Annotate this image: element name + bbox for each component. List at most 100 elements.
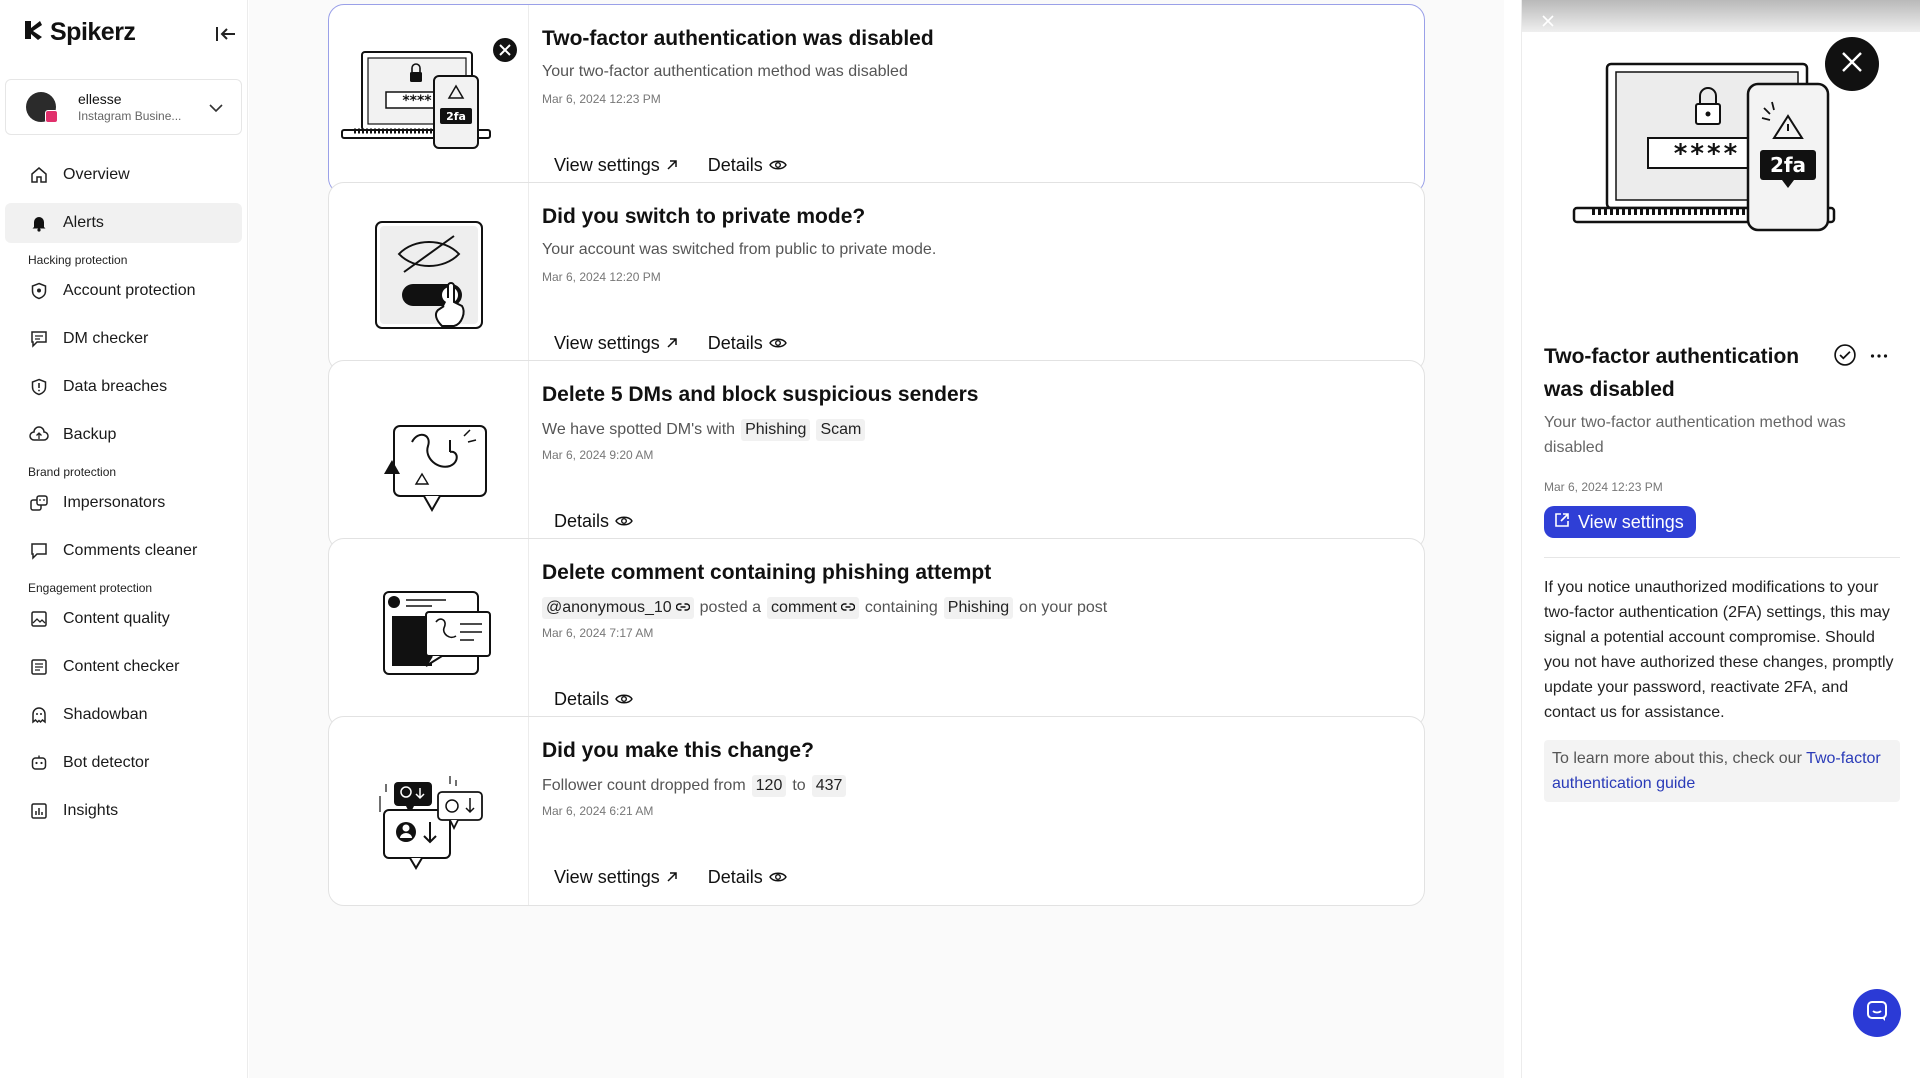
sidebar-item-shadowban[interactable]: Shadowban <box>5 695 242 735</box>
nav-section-hacking: Hacking protection <box>28 253 128 267</box>
count-chip: 120 <box>751 775 787 797</box>
details-label: Details <box>554 689 610 709</box>
bot-icon <box>29 753 49 773</box>
alert-card[interactable]: Delete 5 DMs and block suspicious sender… <box>328 360 1425 550</box>
avatar <box>26 92 58 123</box>
sidebar-item-impersonators[interactable]: Impersonators <box>5 483 242 523</box>
brand-name: Spikerz <box>50 18 136 46</box>
panel-title: Two-factor authentication was disabled <box>1544 345 1800 401</box>
details-link[interactable]: Details <box>708 867 787 888</box>
check-circle-icon[interactable] <box>1834 344 1856 371</box>
nav-section-engagement: Engagement protection <box>28 581 153 595</box>
sidebar-item-alerts[interactable]: Alerts <box>5 203 242 243</box>
twofa-illustration: **** 2fa <box>329 5 529 193</box>
collapse-sidebar-button[interactable] <box>214 25 238 47</box>
shield-icon <box>29 281 49 301</box>
sidebar-item-label: Comments cleaner <box>63 542 198 559</box>
details-label: Details <box>707 867 763 887</box>
alert-date: Mar 6, 2024 6:21 AM <box>542 804 654 818</box>
alert-card[interactable]: Delete comment containing phishing attem… <box>328 538 1425 728</box>
follower-change-illustration <box>329 717 529 905</box>
link-icon <box>675 599 690 617</box>
panel-top-bar <box>1522 0 1920 32</box>
user-chip[interactable]: @anonymous_10 <box>542 597 694 619</box>
alert-title: Delete 5 DMs and block suspicious sender… <box>542 383 979 406</box>
alert-text: posted a <box>699 599 762 616</box>
brand-logo-icon <box>22 19 44 46</box>
account-switcher[interactable]: ellesse Instagram Busine... <box>5 79 242 135</box>
eye-icon <box>768 155 787 176</box>
sidebar-item-data-breaches[interactable]: Data breaches <box>5 367 242 407</box>
close-icon[interactable] <box>1542 14 1554 32</box>
alert-date: Mar 6, 2024 7:17 AM <box>542 626 654 640</box>
sidebar-item-bot-detector[interactable]: Bot detector <box>5 743 242 783</box>
alert-date: Mar 6, 2024 12:23 PM <box>542 92 661 106</box>
alerts-list: **** 2fa Two-factor authentication was d… <box>249 0 1504 1078</box>
eye-icon <box>615 511 633 532</box>
view-settings-label: View settings <box>554 333 660 353</box>
details-label: Details <box>707 155 763 175</box>
external-link-icon <box>1554 512 1570 533</box>
sidebar-item-content-quality[interactable]: Content quality <box>5 599 242 639</box>
chat-bubble-icon <box>1866 1000 1888 1027</box>
chart-icon <box>29 801 49 821</box>
sidebar: Spikerz ellesse Instagram Busine... Over… <box>0 0 248 1078</box>
phishing-dm-illustration <box>329 361 529 549</box>
sidebar-item-label: Shadowban <box>63 706 148 723</box>
sidebar-item-dm-checker[interactable]: DM checker <box>5 319 242 359</box>
eye-icon <box>615 689 633 710</box>
alert-card[interactable]: Did you make this change? Follower count… <box>328 716 1425 906</box>
alert-card[interactable]: **** 2fa Two-factor authentication was d… <box>328 4 1425 194</box>
sidebar-item-label: Backup <box>63 426 117 443</box>
view-settings-link[interactable]: View settings <box>554 333 678 354</box>
external-arrow-icon <box>666 867 678 888</box>
sidebar-item-backup[interactable]: Backup <box>5 415 242 455</box>
chat-icon <box>29 329 49 349</box>
alert-title: Two-factor authentication was disabled <box>542 27 934 50</box>
link-icon <box>840 599 855 617</box>
sidebar-item-label: Insights <box>63 802 119 819</box>
comment-label: comment <box>771 599 837 616</box>
details-link[interactable]: Details <box>708 155 787 176</box>
tag-chip: Phishing <box>943 597 1014 619</box>
close-icon <box>1840 50 1864 79</box>
panel-body: If you notice unauthorized modifications… <box>1544 579 1894 721</box>
external-arrow-icon <box>666 155 678 176</box>
support-chat-button[interactable] <box>1853 989 1901 1037</box>
eye-icon <box>768 867 787 888</box>
sidebar-item-insights[interactable]: Insights <box>5 791 242 831</box>
details-link[interactable]: Details <box>554 511 633 532</box>
sidebar-item-account-protection[interactable]: Account protection <box>5 271 242 311</box>
sidebar-item-content-checker[interactable]: Content checker <box>5 647 242 687</box>
ghost-icon <box>29 705 49 725</box>
view-settings-link[interactable]: View settings <box>554 867 678 888</box>
impersonator-icon <box>29 493 49 513</box>
alert-date: Mar 6, 2024 9:20 AM <box>542 448 654 462</box>
alert-title: Delete comment containing phishing attem… <box>542 561 992 584</box>
chevron-down-icon <box>209 100 223 118</box>
twofa-label: 2fa <box>1770 153 1806 177</box>
password-mask: **** <box>1674 139 1740 169</box>
more-icon[interactable] <box>1870 346 1888 364</box>
alert-text: containing <box>864 599 938 616</box>
sidebar-item-overview[interactable]: Overview <box>5 155 242 195</box>
panel-date: Mar 6, 2024 12:23 PM <box>1544 480 1663 494</box>
alert-card[interactable]: Did you switch to private mode? Your acc… <box>328 182 1425 372</box>
alert-text: to <box>792 777 806 794</box>
sidebar-nav: Overview Alerts Hacking protection Accou… <box>0 155 248 839</box>
panel-description: Your two-factor authentication method wa… <box>1544 414 1846 456</box>
comment-chip[interactable]: comment <box>767 597 859 619</box>
panel-close-button[interactable] <box>1825 37 1879 91</box>
main-scrollbar[interactable] <box>1503 0 1504 1078</box>
view-settings-label: View settings <box>1578 511 1684 532</box>
document-icon <box>29 657 49 677</box>
details-link[interactable]: Details <box>708 333 787 354</box>
panel-note-text: To learn more about this, check our <box>1552 750 1802 767</box>
view-settings-button[interactable]: View settings <box>1544 506 1696 538</box>
sidebar-item-label: Bot detector <box>63 754 150 771</box>
view-settings-link[interactable]: View settings <box>554 155 678 176</box>
sidebar-item-comments-cleaner[interactable]: Comments cleaner <box>5 531 242 571</box>
account-name: ellesse <box>78 91 122 107</box>
details-link[interactable]: Details <box>554 689 633 710</box>
brand[interactable]: Spikerz <box>22 18 136 47</box>
